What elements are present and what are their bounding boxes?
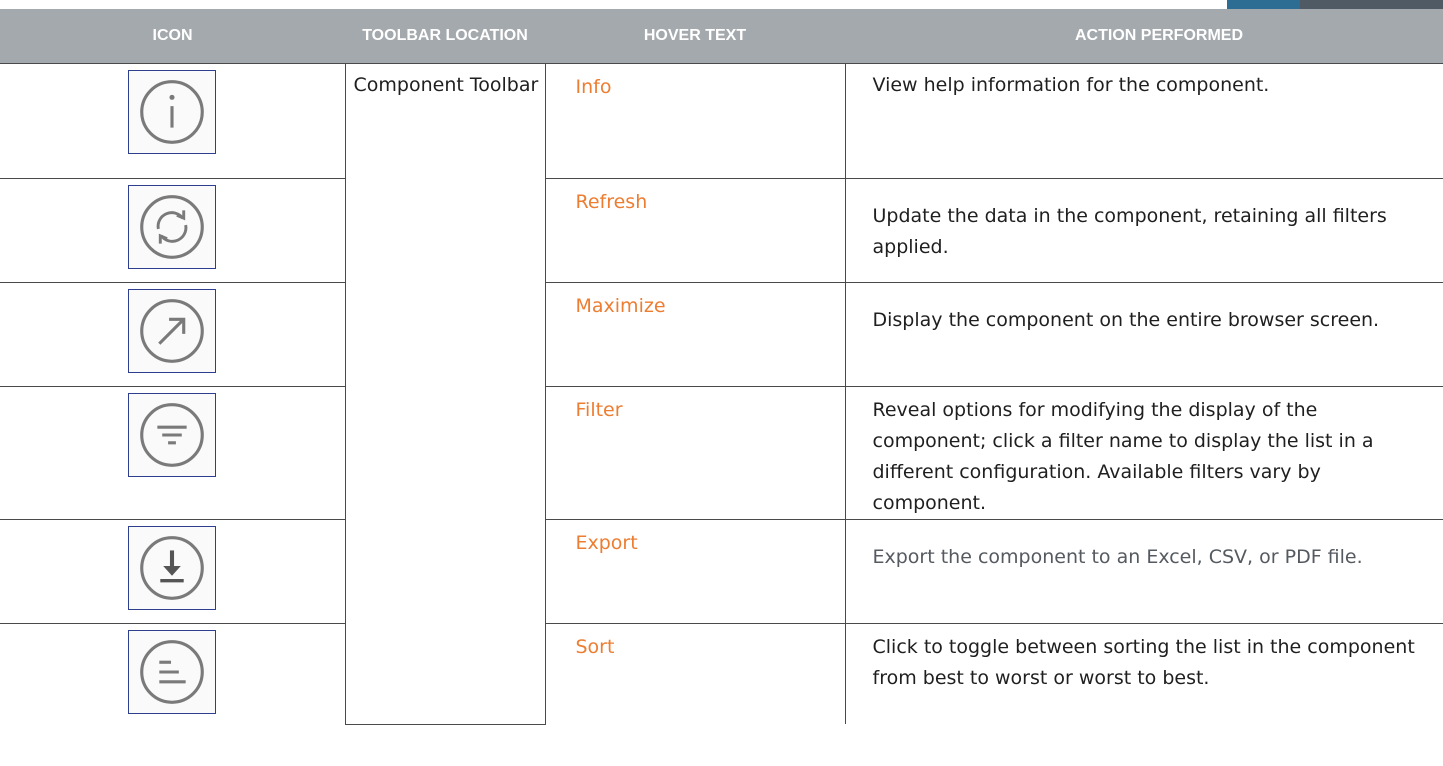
icon-cell bbox=[0, 63, 346, 179]
corner-tab-dark bbox=[1300, 0, 1443, 9]
table-header-row: ICON TOOLBAR LOCATION HOVER TEXT ACTION … bbox=[0, 9, 1443, 64]
table-row-maximize: Maximize Display the component on the en… bbox=[0, 282, 1443, 387]
hover-text-refresh: Refresh bbox=[544, 178, 846, 283]
header-action-performed: ACTION PERFORMED bbox=[845, 9, 1443, 64]
table-row-info: Component Toolbar Info View help informa… bbox=[0, 63, 1443, 725]
header-toolbar-location: TOOLBAR LOCATION bbox=[345, 9, 545, 64]
action-text-maximize: Display the component on the entire brow… bbox=[844, 282, 1443, 387]
hover-text-maximize: Maximize bbox=[544, 282, 846, 387]
hover-text-sort: Sort bbox=[544, 623, 846, 724]
corner-tab-accent bbox=[1227, 0, 1300, 9]
header-hover-text: HOVER TEXT bbox=[545, 9, 845, 64]
header-icon: ICON bbox=[0, 9, 345, 64]
icon-cell bbox=[0, 623, 346, 724]
icon-cell bbox=[0, 282, 346, 387]
action-text-refresh: Update the data in the component, retain… bbox=[844, 178, 1443, 283]
hover-text-info: Info bbox=[544, 63, 846, 179]
action-text-sort: Click to toggle between sorting the list… bbox=[844, 623, 1443, 724]
icon-cell bbox=[0, 386, 346, 520]
toolbar-location-cell: Component Toolbar bbox=[344, 63, 546, 725]
icon-cell bbox=[0, 178, 346, 283]
hover-text-export: Export bbox=[544, 519, 846, 624]
action-text-info: View help information for the component. bbox=[844, 63, 1443, 179]
info-icon bbox=[128, 70, 217, 154]
toolbar-icons-table: ICON TOOLBAR LOCATION HOVER TEXT ACTION … bbox=[0, 9, 1443, 725]
table-row-refresh: Refresh Update the data in the component… bbox=[0, 178, 1443, 283]
icon-cell bbox=[0, 519, 346, 624]
sort-icon bbox=[128, 630, 217, 714]
table-row-sort: Sort Click to toggle between sorting the… bbox=[0, 623, 1443, 724]
action-text-export: Export the component to an Excel, CSV, o… bbox=[844, 519, 1443, 624]
export-icon bbox=[128, 526, 217, 610]
maximize-icon bbox=[128, 289, 217, 373]
table-row-export: Export Export the component to an Excel,… bbox=[0, 519, 1443, 624]
filter-icon bbox=[128, 393, 217, 477]
action-text-filter: Reveal options for modifying the display… bbox=[844, 386, 1443, 520]
hover-text-filter: Filter bbox=[544, 386, 846, 520]
refresh-icon bbox=[128, 185, 217, 269]
table-row-filter: Filter Reveal options for modifying the … bbox=[0, 386, 1443, 520]
